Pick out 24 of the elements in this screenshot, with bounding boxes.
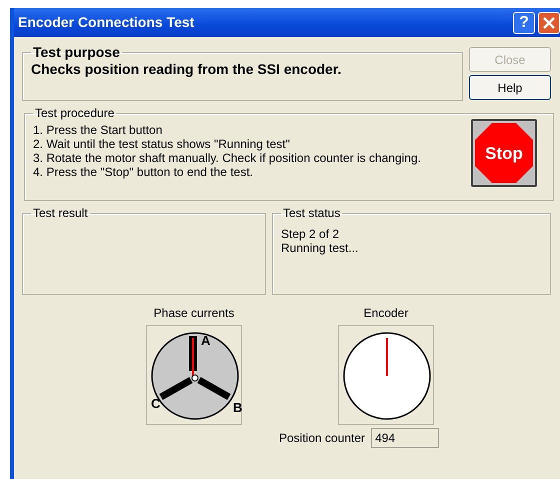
group-title: Test purpose [32, 45, 121, 59]
stop-button[interactable]: Stop [471, 119, 537, 187]
purpose-text: Checks position reading from the SSI encoder. [31, 60, 342, 79]
window-title: Encoder Connections Test [18, 13, 194, 32]
help-button[interactable]: ? [513, 12, 535, 34]
close-button[interactable] [538, 12, 560, 34]
close-icon [543, 16, 555, 28]
procedure-step: 3. Rotate the motor shaft manually. Check if position counter is changing. [33, 151, 421, 165]
field-label: Position counter [279, 430, 366, 447]
dialog-button[interactable]: Help [469, 75, 551, 100]
group-title: Test procedure [34, 107, 116, 119]
group-title: Test result [32, 207, 89, 219]
status-text: Step 2 of 2 [281, 227, 340, 241]
procedure-step: 4. Press the "Stop" button to end the test. [33, 165, 421, 179]
position-counter-field: 494 [371, 428, 440, 448]
diagram-label: Encoder [362, 305, 410, 322]
phase-label: A [201, 333, 210, 348]
phase-label: C [151, 396, 160, 411]
procedure-step: 2. Wait until the test status shows "Running test" [33, 137, 421, 151]
diagram-label: Phase currents [154, 305, 234, 322]
procedure-step: 1. Press the Start button [33, 123, 421, 137]
group-title: Test status [282, 207, 342, 219]
status-text: Running test... [281, 241, 360, 255]
phase-label: B [233, 400, 242, 415]
